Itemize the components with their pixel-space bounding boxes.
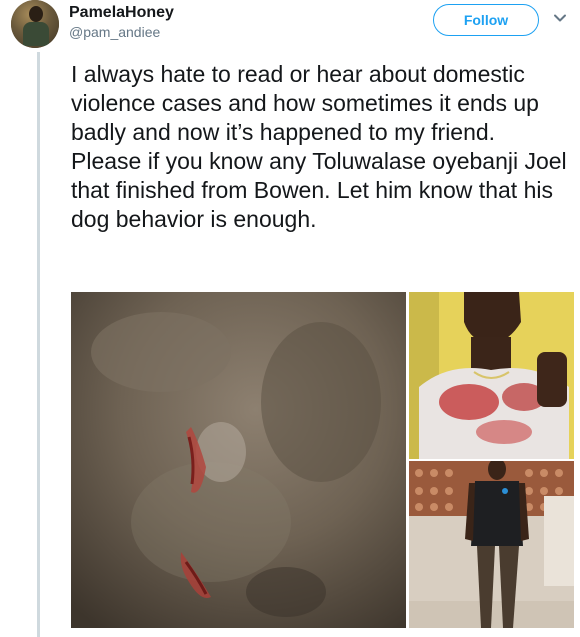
user-info[interactable]: PamelaHoney @pam_andiee bbox=[69, 3, 174, 41]
thread-line bbox=[37, 52, 40, 637]
tweet-text: I always hate to read or hear about dome… bbox=[71, 61, 567, 232]
follow-button[interactable]: Follow bbox=[433, 4, 539, 36]
wound-photo[interactable] bbox=[71, 292, 406, 628]
person-standing-photo[interactable] bbox=[409, 461, 574, 628]
avatar[interactable] bbox=[11, 0, 59, 48]
display-name[interactable]: PamelaHoney bbox=[69, 3, 174, 23]
media-grid[interactable] bbox=[71, 292, 574, 628]
person-neck-photo[interactable] bbox=[409, 292, 574, 459]
chevron-down-icon[interactable] bbox=[552, 10, 568, 26]
user-handle[interactable]: @pam_andiee bbox=[69, 23, 174, 41]
